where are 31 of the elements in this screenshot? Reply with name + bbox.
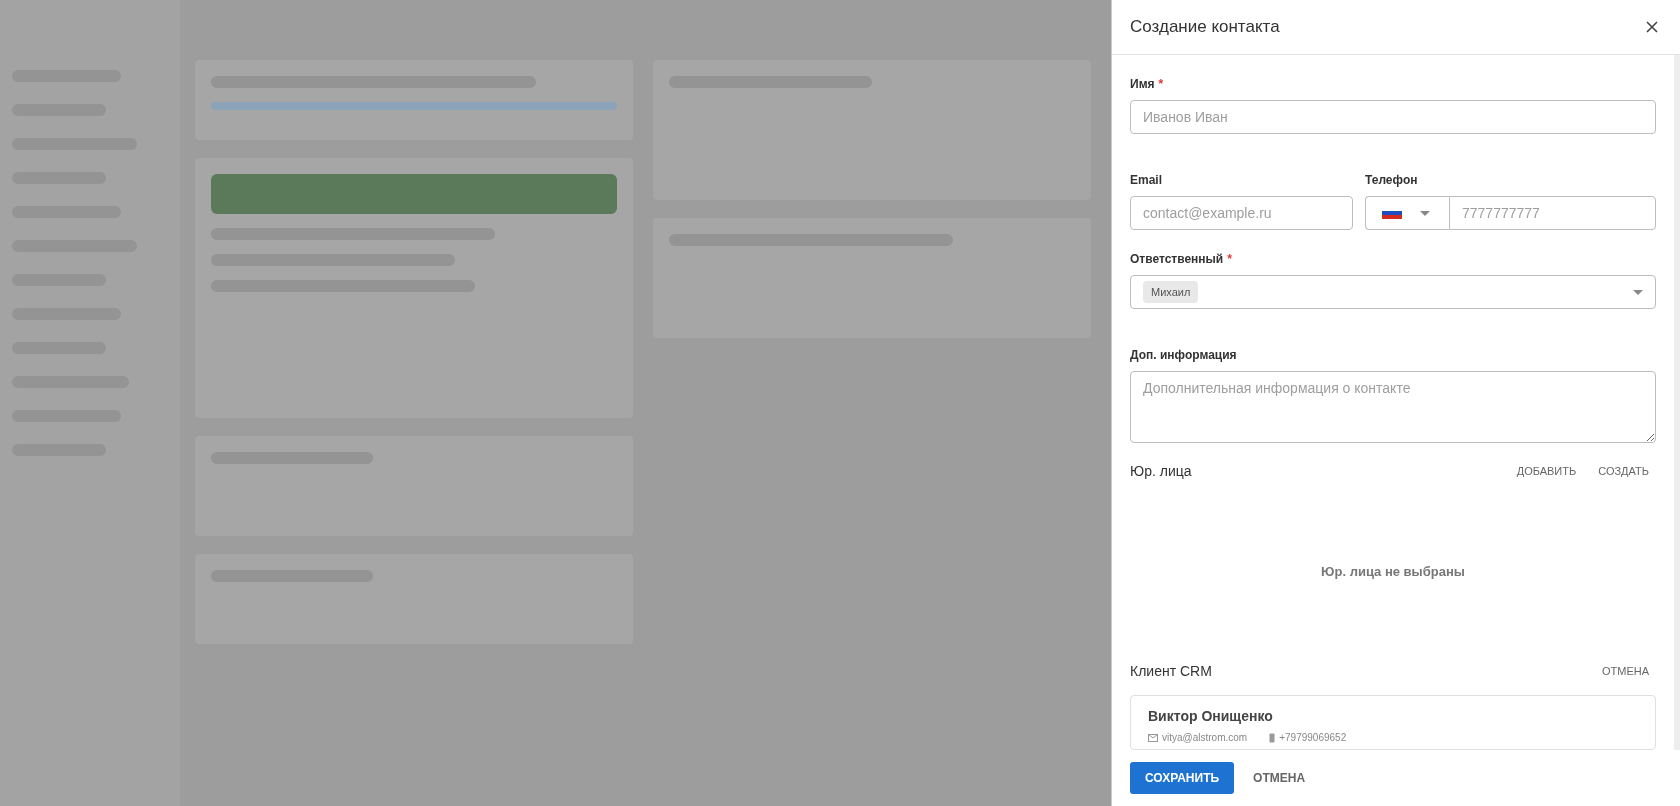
section-title: Клиент CRM xyxy=(1130,663,1212,679)
caret-icon xyxy=(1420,210,1430,216)
field-label: Email xyxy=(1130,173,1162,187)
field-label: Телефон xyxy=(1365,173,1418,187)
cancel-button[interactable]: ОТМЕНА xyxy=(1246,767,1313,789)
text-button[interactable]: ОТМЕНА xyxy=(1594,661,1656,681)
text-button[interactable]: СОЗДАТЬ xyxy=(1591,461,1656,481)
section-title: Юр. лица xyxy=(1130,463,1192,479)
country-select[interactable] xyxy=(1365,196,1449,230)
caret-icon xyxy=(1633,289,1643,295)
input-field[interactable]: 7777777777 xyxy=(1449,196,1656,230)
client-email: vitya@alstrom.com xyxy=(1162,732,1248,743)
chip: Михаил xyxy=(1143,281,1199,303)
text-button[interactable]: ДОБАВИТЬ xyxy=(1509,461,1584,481)
empty-message: Юр. лица не выбраны xyxy=(1321,563,1465,579)
textarea-field[interactable]: Дополнительная информация о контакте xyxy=(1130,371,1656,443)
input-field[interactable]: Иванов Иван xyxy=(1130,100,1656,134)
field-label: Доп. информация xyxy=(1130,348,1237,362)
save-button[interactable]: СОХРАНИТЬ xyxy=(1130,762,1235,794)
field-label: Имя xyxy=(1130,77,1155,91)
input-field[interactable]: contact@example.ru xyxy=(1130,196,1353,230)
mail-icon xyxy=(1148,733,1158,742)
client-name: Виктор Онищенко xyxy=(1148,708,1274,724)
phone-icon xyxy=(1269,732,1276,743)
select-field[interactable]: Михаил xyxy=(1130,275,1656,309)
drawer-title: Создание контакта xyxy=(1130,17,1280,37)
client-phone: +79799069652 xyxy=(1279,732,1347,743)
required-mark: * xyxy=(1227,252,1232,266)
required-mark: * xyxy=(1158,77,1164,91)
field-label: Ответственный xyxy=(1130,252,1224,266)
close-icon xyxy=(1646,21,1658,33)
